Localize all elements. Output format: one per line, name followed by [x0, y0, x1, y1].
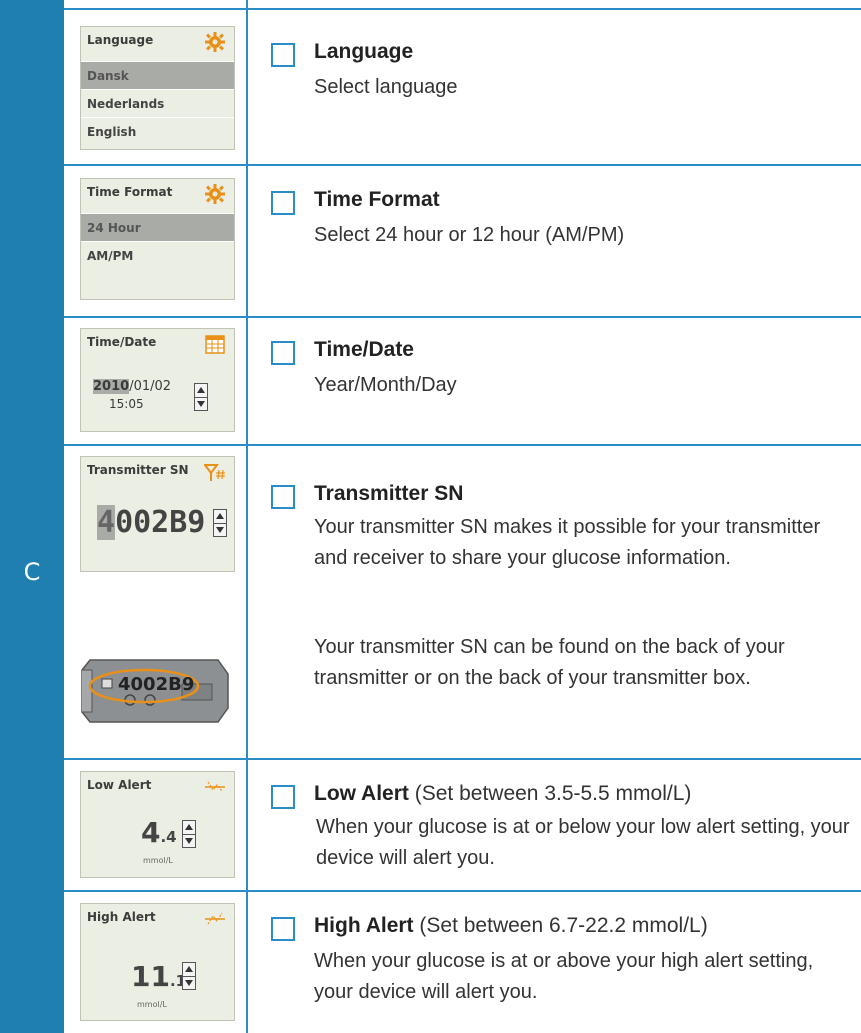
time-format-heading: Time Format	[314, 188, 440, 211]
row-divider	[64, 444, 861, 446]
year-value: 2010	[93, 379, 130, 394]
low-alert-description: When your glucose is at or below your lo…	[316, 816, 850, 869]
high-alert-range-note: (Set between 6.7-22.2 mmol/L)	[419, 914, 708, 937]
unit-label: mmol/L	[137, 1000, 167, 1009]
row-divider	[64, 164, 861, 166]
time-date-checkbox[interactable]	[271, 341, 295, 365]
screen-title: Low Alert	[87, 778, 152, 792]
menu-item-dansk[interactable]: Dansk	[81, 61, 234, 89]
low-alert-heading: Low Alert (Set between 3.5-5.5 mmol/L)	[314, 782, 691, 806]
time-format-screen: Time Format 24 Hour AM/PM	[80, 178, 235, 300]
value-decimal: .4	[160, 828, 177, 846]
transmitter-sn-heading: Transmitter SN	[314, 482, 464, 505]
high-alert-title: High Alert	[314, 914, 414, 937]
transmitter-sn-description-1: Your transmitter SN makes it possible fo…	[314, 516, 821, 569]
time-format-checkbox[interactable]	[271, 191, 295, 215]
value-main: 4	[141, 816, 161, 849]
high-alert-icon	[205, 912, 225, 925]
time-date-description: Year/Month/Day	[314, 374, 457, 396]
menu-item-english[interactable]: English	[81, 117, 234, 145]
low-alert-value[interactable]: 4.4	[141, 816, 177, 849]
transmitter-sn-screen: Transmitter SN 4002B9	[80, 456, 235, 572]
sn-first-char: 4	[97, 505, 116, 540]
high-alert-value[interactable]: 11.1	[131, 960, 186, 993]
up-down-arrows[interactable]	[182, 962, 196, 990]
time-value: 15:05	[109, 397, 144, 411]
row-divider	[64, 890, 861, 892]
antenna-hash-icon	[204, 464, 225, 481]
date-value[interactable]: 2010/01/02	[93, 379, 171, 394]
up-down-arrows[interactable]	[194, 383, 208, 411]
transmitter-sn-description-2: Your transmitter SN can be found on the …	[314, 636, 785, 689]
language-checkbox[interactable]	[271, 43, 295, 67]
value-main: 11	[131, 960, 170, 993]
calendar-icon	[205, 335, 225, 354]
language-heading: Language	[314, 40, 414, 63]
sn-rest: 002B9	[115, 505, 206, 540]
gear-icon	[205, 32, 225, 52]
time-format-description: Select 24 hour or 12 hour (AM/PM)	[314, 224, 625, 246]
screen-title: Time/Date	[87, 335, 157, 349]
section-letter: C	[23, 558, 41, 586]
date-rest: /01/02	[129, 379, 172, 394]
settings-table: Language Dansk Nederlands English Langua…	[64, 0, 861, 1033]
high-alert-heading: High Alert (Set between 6.7-22.2 mmol/L)	[314, 914, 708, 938]
section-bar	[0, 0, 64, 1033]
row-divider	[64, 758, 861, 760]
row-divider	[64, 316, 861, 318]
low-alert-checkbox[interactable]	[271, 785, 295, 809]
row-divider	[64, 8, 861, 10]
sn-value[interactable]: 4002B9	[97, 505, 205, 540]
device-sn-label: 4002B9	[118, 674, 195, 695]
low-alert-screen: Low Alert 4.4 mmol/L	[80, 771, 235, 878]
low-alert-title: Low Alert	[314, 782, 409, 805]
low-alert-range-note: (Set between 3.5-5.5 mmol/L)	[414, 782, 692, 805]
column-divider	[246, 0, 248, 1033]
screen-title: Time Format	[87, 185, 173, 199]
gear-icon	[205, 184, 225, 204]
menu-item-24-hour[interactable]: 24 Hour	[81, 213, 234, 241]
screen-title: High Alert	[87, 910, 156, 924]
time-date-screen: Time/Date 2010/01/02 15:05	[80, 328, 235, 432]
high-alert-description: When your glucose is at or above your hi…	[314, 950, 814, 1003]
high-alert-screen: High Alert 11.1 mmol/L	[80, 903, 235, 1021]
language-description: Select language	[314, 76, 458, 98]
menu-item-am-pm[interactable]: AM/PM	[81, 241, 234, 269]
unit-label: mmol/L	[143, 856, 173, 865]
high-alert-checkbox[interactable]	[271, 917, 295, 941]
menu-item-nederlands[interactable]: Nederlands	[81, 89, 234, 117]
low-alert-icon	[205, 781, 225, 792]
screen-title: Language	[87, 33, 154, 47]
transmitter-device-image: 4002B9	[78, 648, 238, 730]
up-down-arrows[interactable]	[182, 820, 196, 848]
screen-title: Transmitter SN	[87, 463, 189, 477]
language-screen: Language Dansk Nederlands English	[80, 26, 235, 150]
transmitter-sn-checkbox[interactable]	[271, 485, 295, 509]
time-date-heading: Time/Date	[314, 338, 414, 361]
up-down-arrows[interactable]	[213, 509, 227, 537]
